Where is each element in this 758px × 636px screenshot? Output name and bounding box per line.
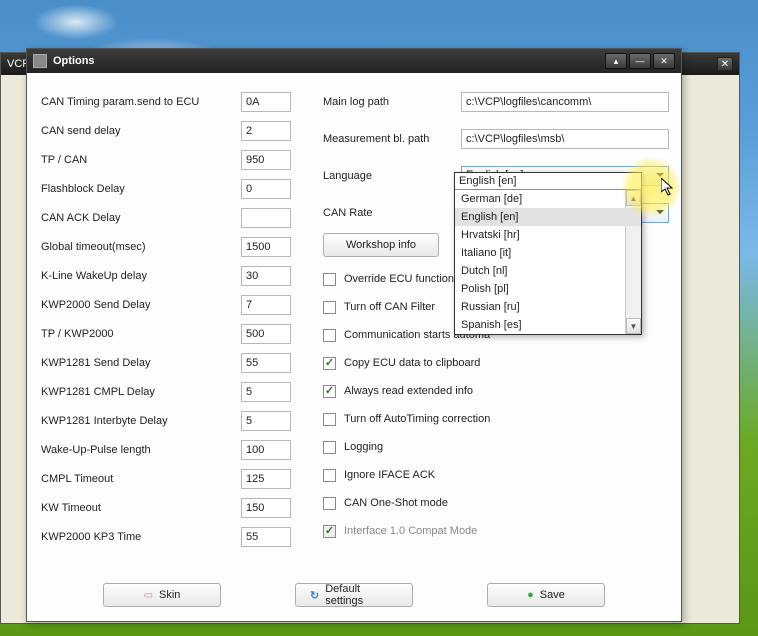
language-label: Language — [323, 170, 461, 182]
param-label: KWP2000 Send Delay — [41, 299, 241, 311]
param-label: KWP1281 Interbyte Delay — [41, 415, 241, 427]
param-input[interactable] — [241, 527, 291, 547]
param-label: Flashblock Delay — [41, 183, 241, 195]
options-window: Options ▴ — ✕ CAN Timing param.send to E… — [26, 48, 682, 622]
param-input[interactable] — [241, 382, 291, 402]
dropdown-option[interactable]: Russian [ru] — [455, 298, 641, 316]
param-input[interactable] — [241, 179, 291, 199]
checkbox[interactable] — [323, 273, 336, 286]
param-input[interactable] — [241, 440, 291, 460]
param-input[interactable] — [241, 150, 291, 170]
checkbox-label: Interface 1.0 Compat Mode — [344, 525, 477, 537]
param-input[interactable] — [241, 92, 291, 112]
checkbox[interactable] — [323, 301, 336, 314]
param-label: KW Timeout — [41, 502, 241, 514]
checkbox-label: Copy ECU data to clipboard — [344, 357, 480, 369]
param-input[interactable] — [241, 295, 291, 315]
checkbox-label: Override ECU functions — [344, 273, 460, 285]
meas-label: Measurement bl. path — [323, 133, 461, 145]
param-label: TP / CAN — [41, 154, 241, 166]
checkbox[interactable] — [323, 357, 336, 370]
param-input[interactable] — [241, 121, 291, 141]
param-input[interactable] — [241, 237, 291, 257]
skin-button[interactable]: Skin — [103, 583, 221, 607]
dropdown-option[interactable]: Dutch [nl] — [455, 262, 641, 280]
mainlog-input[interactable] — [461, 92, 669, 112]
param-label: CMPL Timeout — [41, 473, 241, 485]
param-input[interactable] — [241, 208, 291, 228]
dropdown-option[interactable]: Italiano [it] — [455, 244, 641, 262]
rollup-button[interactable]: ▴ — [605, 53, 627, 69]
param-label: Wake-Up-Pulse length — [41, 444, 241, 456]
checkbox[interactable] — [323, 385, 336, 398]
param-label: K-Line WakeUp delay — [41, 270, 241, 282]
param-label: KWP1281 CMPL Delay — [41, 386, 241, 398]
checkbox-label: Ignore IFACE ACK — [344, 469, 435, 481]
default-settings-button[interactable]: Default settings — [295, 583, 413, 607]
checkbox — [323, 525, 336, 538]
checkbox-label: Turn off AutoTiming correction — [344, 413, 490, 425]
param-input[interactable] — [241, 498, 291, 518]
param-input[interactable] — [241, 353, 291, 373]
param-label: KWP1281 Send Delay — [41, 357, 241, 369]
param-label: KWP2000 KP3 Time — [41, 531, 241, 543]
param-label: TP / KWP2000 — [41, 328, 241, 340]
refresh-icon — [310, 589, 319, 602]
checkbox[interactable] — [323, 469, 336, 482]
checkbox-label: Turn off CAN Filter — [344, 301, 435, 313]
save-button[interactable]: Save — [487, 583, 605, 607]
dropdown-option[interactable]: German [de] — [455, 190, 641, 208]
param-label: CAN ACK Delay — [41, 212, 241, 224]
param-input[interactable] — [241, 324, 291, 344]
dropdown-selected[interactable]: English [en] — [455, 173, 641, 189]
workshop-info-button[interactable]: Workshop info — [323, 233, 439, 257]
dropdown-option[interactable]: Hrvatski [hr] — [455, 226, 641, 244]
checkbox[interactable] — [323, 413, 336, 426]
param-input[interactable] — [241, 266, 291, 286]
app-icon — [33, 54, 47, 68]
titlebar: Options ▴ — ✕ — [27, 49, 681, 73]
checkbox[interactable] — [323, 329, 336, 342]
checkbox-label: Logging — [344, 441, 383, 453]
param-label: Global timeout(msec) — [41, 241, 241, 253]
canrate-label: CAN Rate — [323, 207, 461, 219]
checkbox[interactable] — [323, 497, 336, 510]
param-label: CAN send delay — [41, 125, 241, 137]
save-icon — [527, 589, 534, 601]
checkbox[interactable] — [323, 441, 336, 454]
close-button[interactable]: ✕ — [653, 53, 675, 69]
checkbox-label: Always read extended info — [344, 385, 473, 397]
meas-input[interactable] — [461, 129, 669, 149]
param-input[interactable] — [241, 469, 291, 489]
language-dropdown[interactable]: English [en] ▲ ▼ German [de]English [en]… — [454, 172, 642, 335]
param-label: CAN Timing param.send to ECU — [41, 96, 241, 108]
minimize-button[interactable]: — — [629, 53, 651, 69]
dropdown-option[interactable]: English [en] — [455, 208, 641, 226]
param-input[interactable] — [241, 411, 291, 431]
dropdown-option[interactable]: Spanish [es] — [455, 316, 641, 334]
window-title: Options — [53, 55, 95, 67]
mainlog-label: Main log path — [323, 96, 461, 108]
checkbox-label: CAN One-Shot mode — [344, 497, 448, 509]
skin-icon — [144, 589, 153, 601]
dropdown-option[interactable]: Polish [pl] — [455, 280, 641, 298]
bg-close-button[interactable]: ✕ — [717, 57, 733, 71]
